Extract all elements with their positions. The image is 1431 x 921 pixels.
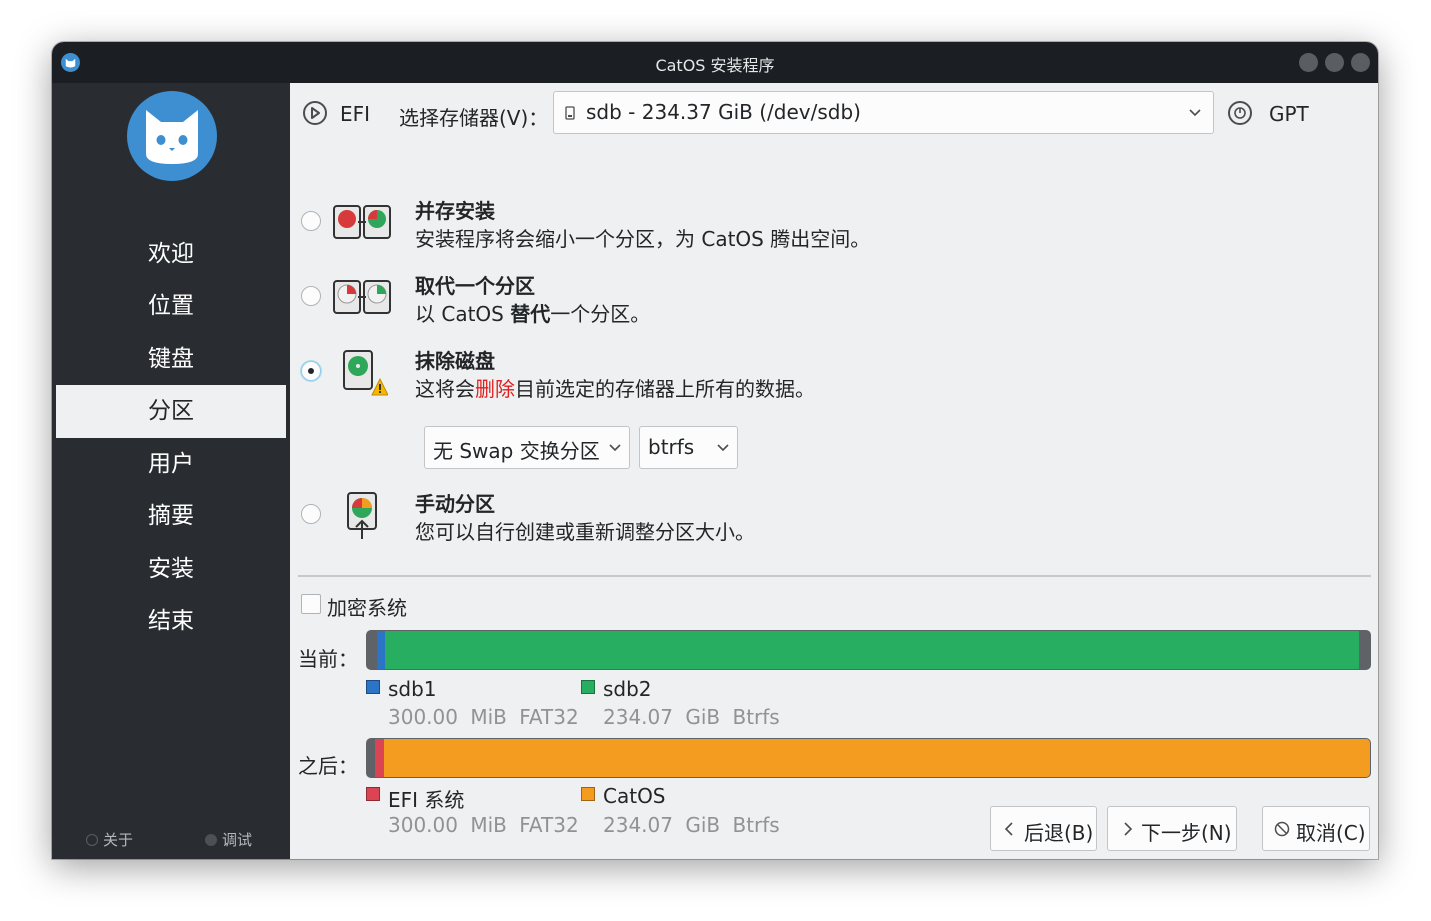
cancel-label: 取消(C) bbox=[1296, 821, 1366, 845]
swap-value: 无 Swap 交换分区 bbox=[433, 439, 600, 463]
cancel-button[interactable]: 取消(C) bbox=[1262, 806, 1370, 851]
alongside-radio[interactable] bbox=[301, 211, 321, 231]
sidebar-item-location[interactable]: 位置 bbox=[56, 280, 286, 333]
sidebar: 欢迎 位置 键盘 分区 用户 摘要 安装 结束 关于 调试 bbox=[52, 83, 290, 859]
sdb2-name: sdb2 bbox=[603, 677, 652, 701]
chevron-down-icon bbox=[717, 444, 729, 452]
storage-select[interactable]: sdb - 234.37 GiB (/dev/sdb) bbox=[553, 91, 1214, 134]
cancel-icon bbox=[1274, 821, 1290, 837]
efi-swatch bbox=[366, 787, 380, 801]
bar-edge bbox=[1359, 631, 1370, 669]
catos-segment bbox=[384, 739, 1370, 777]
sidebar-item-welcome[interactable]: 欢迎 bbox=[56, 228, 286, 281]
sidebar-item-summary[interactable]: 摘要 bbox=[56, 490, 286, 543]
sdb1-segment bbox=[377, 631, 385, 669]
efi-part-info: 300.00 MiB FAT32 bbox=[388, 813, 579, 837]
sdb2-segment bbox=[385, 631, 1359, 669]
about-link[interactable]: 关于 bbox=[86, 829, 133, 850]
after-partition-bar bbox=[366, 738, 1371, 778]
partition-table-icon bbox=[1228, 101, 1252, 125]
catos-part-name: CatOS bbox=[603, 784, 666, 808]
erase-radio[interactable] bbox=[301, 361, 321, 381]
installer-window: CatOS 安装程序 欢迎 位置 键盘 分区 用户 摘要 安装 结束 关于 调试 bbox=[52, 42, 1378, 859]
close-button[interactable] bbox=[1351, 53, 1370, 72]
filesystem-value: btrfs bbox=[648, 435, 695, 459]
replace-disks-icon bbox=[333, 280, 391, 314]
sidebar-item-users[interactable]: 用户 bbox=[56, 438, 286, 491]
partition-table-type: GPT bbox=[1269, 102, 1309, 126]
swap-select[interactable]: 无 Swap 交换分区 bbox=[424, 426, 630, 469]
info-icon bbox=[86, 834, 98, 846]
cat-logo-icon bbox=[127, 91, 217, 181]
drive-icon bbox=[565, 106, 575, 120]
encrypt-checkbox[interactable] bbox=[301, 594, 321, 614]
sidebar-item-keyboard[interactable]: 键盘 bbox=[56, 333, 286, 386]
replace-title: 取代一个分区 bbox=[415, 274, 535, 298]
chevron-down-icon bbox=[609, 444, 621, 452]
efi-label: EFI bbox=[340, 102, 371, 126]
about-label: 关于 bbox=[103, 831, 134, 849]
manual-partition-icon bbox=[347, 492, 377, 539]
erase-desc: 这将会删除目前选定的存储器上所有的数据。 bbox=[415, 377, 815, 401]
alongside-disks-icon bbox=[333, 205, 391, 239]
bar-edge bbox=[367, 739, 375, 777]
catos-swatch bbox=[581, 787, 595, 801]
replace-radio[interactable] bbox=[301, 286, 321, 306]
separator bbox=[298, 575, 1371, 577]
sdb1-info: 300.00 MiB FAT32 bbox=[388, 705, 579, 729]
current-partition-bar bbox=[366, 630, 1371, 670]
catos-part-info: 234.07 GiB Btrfs bbox=[603, 813, 780, 837]
debug-label: 调试 bbox=[222, 831, 253, 849]
minimize-button[interactable] bbox=[1299, 53, 1318, 72]
storage-value: sdb - 234.37 GiB (/dev/sdb) bbox=[586, 100, 861, 124]
debug-link[interactable]: 调试 bbox=[205, 829, 252, 850]
erase-title: 抹除磁盘 bbox=[415, 349, 495, 373]
storage-label: 选择存储器(V)： bbox=[399, 106, 549, 130]
back-button[interactable]: 后退(B) bbox=[990, 806, 1097, 851]
sdb1-name: sdb1 bbox=[388, 677, 437, 701]
alongside-title: 并存安装 bbox=[415, 199, 495, 223]
efi-part-name: EFI 系统 bbox=[388, 788, 465, 812]
title-bar: CatOS 安装程序 bbox=[52, 42, 1378, 83]
manual-title: 手动分区 bbox=[415, 492, 495, 516]
erase-disk-warning-icon bbox=[343, 350, 388, 396]
sidebar-item-install[interactable]: 安装 bbox=[56, 543, 286, 596]
next-label: 下一步(N) bbox=[1141, 821, 1232, 845]
window-title: CatOS 安装程序 bbox=[655, 56, 775, 75]
back-label: 后退(B) bbox=[1024, 821, 1094, 845]
encrypt-label[interactable]: 加密系统 bbox=[327, 592, 407, 621]
bar-edge bbox=[367, 631, 377, 669]
replace-desc: 以 CatOS 替代一个分区。 bbox=[415, 302, 651, 326]
manual-desc: 您可以自行创建或重新调整分区大小。 bbox=[415, 520, 755, 544]
debug-icon bbox=[205, 834, 217, 846]
sdb2-swatch bbox=[581, 680, 595, 694]
maximize-button[interactable] bbox=[1325, 53, 1344, 72]
sidebar-item-partition[interactable]: 分区 bbox=[56, 385, 286, 438]
efi-boot-icon bbox=[303, 101, 327, 125]
alongside-desc: 安装程序将会缩小一个分区，为 CatOS 腾出空间。 bbox=[415, 227, 871, 251]
current-label: 当前： bbox=[298, 647, 358, 671]
sdb2-info: 234.07 GiB Btrfs bbox=[603, 705, 780, 729]
partition-page: EFI 选择存储器(V)： sdb - 234.37 GiB (/dev/sdb… bbox=[290, 83, 1378, 859]
manual-radio[interactable] bbox=[301, 504, 321, 524]
next-button[interactable]: 下一步(N) bbox=[1107, 806, 1237, 851]
chevron-right-icon bbox=[1124, 822, 1133, 836]
sdb1-swatch bbox=[366, 680, 380, 694]
after-label: 之后： bbox=[298, 754, 358, 778]
chevron-down-icon bbox=[1189, 109, 1201, 117]
filesystem-select[interactable]: btrfs bbox=[639, 426, 738, 469]
efi-segment bbox=[375, 739, 384, 777]
sidebar-item-finish[interactable]: 结束 bbox=[56, 595, 286, 648]
chevron-left-icon bbox=[1004, 822, 1013, 836]
